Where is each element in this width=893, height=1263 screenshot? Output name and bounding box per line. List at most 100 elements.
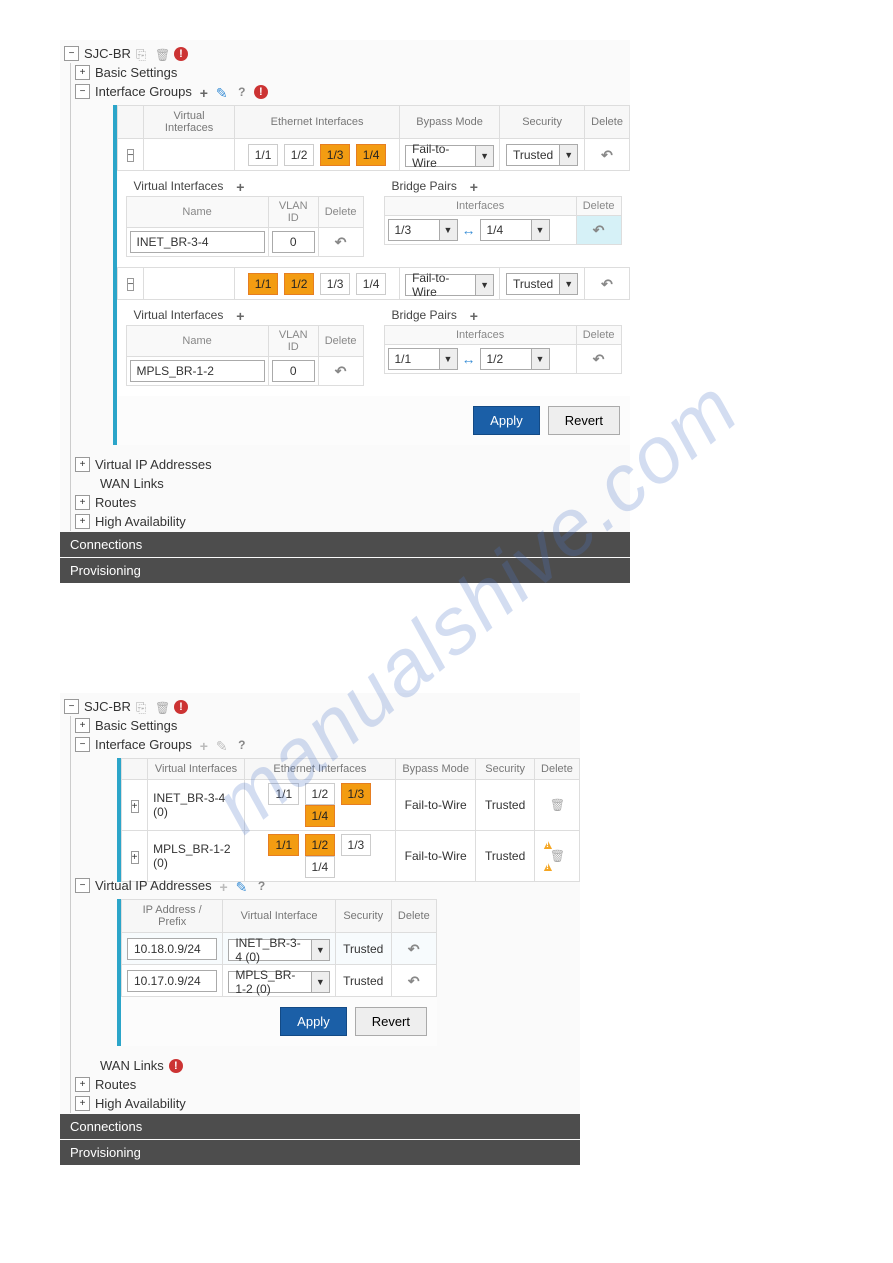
collapse-icon[interactable]: − (64, 699, 79, 714)
expand-icon[interactable]: + (75, 1096, 90, 1111)
node-interface-groups[interactable]: Interface Groups (95, 737, 192, 752)
add-icon[interactable] (197, 85, 211, 99)
vi-select[interactable]: INET_BR-3-4 (0)▼ (228, 939, 330, 961)
eth-port-toggle[interactable]: 1/3 (341, 783, 372, 805)
eth-port-toggle[interactable]: 1/1 (248, 144, 279, 166)
bypass-mode-select[interactable]: Fail-to-Wire▼ (405, 274, 494, 296)
expand-icon[interactable]: + (75, 457, 90, 472)
ip-input[interactable]: 10.17.0.9/24 (127, 970, 217, 992)
provisioning-bar[interactable]: Provisioning (60, 558, 630, 583)
revert-button[interactable]: Revert (355, 1007, 427, 1036)
vi-name-input[interactable]: MPLS_BR-1-2 (130, 360, 265, 382)
revert-icon[interactable] (407, 941, 421, 955)
ip-input[interactable]: 10.18.0.9/24 (127, 938, 217, 960)
eth-port-toggle[interactable]: 1/1 (268, 834, 299, 856)
add-icon[interactable] (467, 308, 481, 322)
eth-port-toggle[interactable]: 1/4 (356, 144, 387, 166)
vlan-input[interactable]: 0 (272, 231, 315, 253)
help-icon[interactable] (255, 879, 269, 893)
eth-port-toggle[interactable]: 1/2 (305, 834, 336, 856)
eth-port-toggle[interactable]: 1/2 (284, 144, 315, 166)
delete-icon[interactable] (155, 700, 169, 714)
revert-icon[interactable] (600, 147, 614, 161)
bridge-b-select[interactable]: 1/2▼ (480, 348, 550, 370)
vi-name-cell: INET_BR-3-4 (0) (148, 780, 245, 831)
table-row: + INET_BR-3-4 (0) 1/1 1/2 1/3 1/4 Fail-t… (122, 780, 580, 831)
revert-icon[interactable] (407, 973, 421, 987)
revert-button[interactable]: Revert (548, 406, 620, 435)
collapse-icon[interactable]: − (64, 46, 79, 61)
node-high-availability[interactable]: High Availability (95, 514, 186, 529)
bridge-a-select[interactable]: 1/3▼ (388, 219, 458, 241)
node-wan-links[interactable]: WAN Links (100, 476, 164, 491)
eth-port-toggle[interactable]: 1/2 (284, 273, 315, 295)
delete-icon[interactable] (550, 798, 564, 812)
eth-port-toggle[interactable]: 1/3 (320, 273, 351, 295)
collapse-icon[interactable]: − (127, 278, 135, 291)
revert-icon[interactable] (592, 222, 606, 236)
bridge-a-select[interactable]: 1/1▼ (388, 348, 458, 370)
node-basic-settings[interactable]: Basic Settings (95, 718, 177, 733)
expand-icon[interactable]: + (131, 851, 139, 864)
expand-icon[interactable]: + (75, 65, 90, 80)
add-icon[interactable] (233, 308, 247, 322)
eth-port-toggle[interactable]: 1/1 (248, 273, 279, 295)
bridge-b-select[interactable]: 1/4▼ (480, 219, 550, 241)
add-icon[interactable] (233, 179, 247, 193)
eth-port-toggle[interactable]: 1/3 (341, 834, 372, 856)
expand-icon[interactable]: + (75, 514, 90, 529)
eth-port-toggle[interactable]: 1/2 (305, 783, 336, 805)
eth-port-toggle[interactable]: 1/4 (305, 856, 336, 878)
expand-icon[interactable]: + (75, 1077, 90, 1092)
col-virtual-interfaces: Virtual Interfaces (144, 106, 235, 139)
help-icon[interactable] (235, 738, 249, 752)
vlan-input[interactable]: 0 (272, 360, 315, 382)
expand-icon[interactable]: + (75, 495, 90, 510)
connections-bar[interactable]: Connections (60, 1114, 580, 1139)
vi-select[interactable]: MPLS_BR-1-2 (0)▼ (228, 971, 330, 993)
eth-port-toggle[interactable]: 1/1 (268, 783, 299, 805)
copy-icon[interactable] (136, 47, 150, 61)
collapse-icon[interactable]: − (75, 878, 90, 893)
revert-icon[interactable] (600, 276, 614, 290)
expand-icon[interactable]: + (131, 800, 139, 813)
edit-icon[interactable] (216, 85, 230, 99)
site-title: SJC-BR (84, 699, 131, 714)
bypass-mode-select[interactable]: Fail-to-Wire▼ (405, 145, 494, 167)
eth-port-toggle[interactable]: 1/4 (356, 273, 387, 295)
copy-icon[interactable] (136, 700, 150, 714)
collapse-icon[interactable]: − (127, 149, 135, 162)
revert-icon[interactable] (334, 234, 348, 248)
node-virtual-ip[interactable]: Virtual IP Addresses (95, 457, 212, 472)
apply-button[interactable]: Apply (473, 406, 540, 435)
collapse-icon[interactable]: − (75, 737, 90, 752)
add-icon[interactable] (217, 879, 231, 893)
node-routes[interactable]: Routes (95, 1077, 136, 1092)
node-interface-groups[interactable]: Interface Groups (95, 84, 192, 99)
edit-icon[interactable] (216, 738, 230, 752)
apply-button[interactable]: Apply (280, 1007, 347, 1036)
group-row-2: − 1/1 1/2 1/3 1/4 Fail-to-Wire▼ Trusted▼ (118, 268, 630, 300)
node-routes[interactable]: Routes (95, 495, 136, 510)
node-wan-links[interactable]: WAN Links (100, 1058, 164, 1073)
security-select[interactable]: Trusted▼ (506, 273, 578, 295)
provisioning-bar[interactable]: Provisioning (60, 1140, 580, 1165)
help-icon[interactable] (235, 85, 249, 99)
security-select[interactable]: Trusted▼ (506, 144, 578, 166)
col-delete: Delete (585, 106, 630, 139)
edit-icon[interactable] (236, 879, 250, 893)
node-virtual-ip[interactable]: Virtual IP Addresses (95, 878, 212, 893)
eth-port-toggle[interactable]: 1/3 (320, 144, 351, 166)
revert-icon[interactable] (334, 363, 348, 377)
delete-icon[interactable] (155, 47, 169, 61)
expand-icon[interactable]: + (75, 718, 90, 733)
revert-icon[interactable] (592, 351, 606, 365)
vi-name-input[interactable]: INET_BR-3-4 (130, 231, 265, 253)
node-high-availability[interactable]: High Availability (95, 1096, 186, 1111)
node-basic-settings[interactable]: Basic Settings (95, 65, 177, 80)
collapse-icon[interactable]: − (75, 84, 90, 99)
add-icon[interactable] (197, 738, 211, 752)
connections-bar[interactable]: Connections (60, 532, 630, 557)
eth-port-toggle[interactable]: 1/4 (305, 805, 336, 827)
add-icon[interactable] (467, 179, 481, 193)
